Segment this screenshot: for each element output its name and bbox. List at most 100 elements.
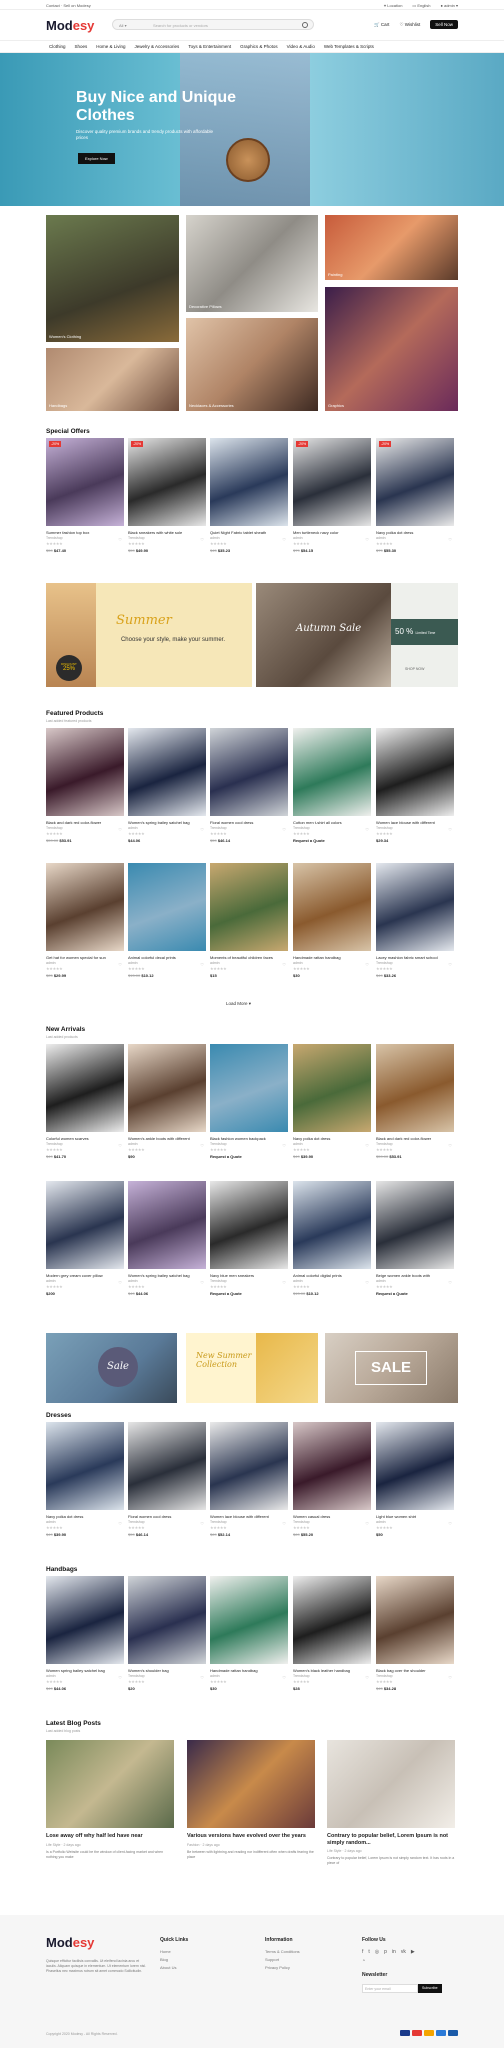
product-card[interactable]: Cotton men t-shirt all colors Trendshop ★★… (293, 728, 371, 843)
product-vendor[interactable]: Trendshop (210, 1279, 288, 1283)
product-name[interactable]: Navy polka dot dress (293, 1136, 363, 1141)
product-card[interactable]: Navy blue men sneakers Trendshop ★★★★★ Requ… (210, 1181, 288, 1296)
wishlist-heart-icon[interactable]: ♡ (365, 1143, 369, 1148)
contact-link[interactable]: Contact (46, 3, 60, 8)
product-vendor[interactable]: admin (210, 536, 288, 540)
wishlist-heart-icon[interactable]: ♡ (200, 1521, 204, 1526)
product-card[interactable]: Lacey mashion fabric smart school Trendsh… (376, 863, 454, 978)
product-vendor[interactable]: Trendshop (210, 1142, 288, 1146)
product-card[interactable]: Colorful women scarves Trendshop ★★★★★ $49 … (46, 1044, 124, 1159)
search-input[interactable]: Search for products or vendors (153, 23, 208, 28)
cart-button[interactable]: 🛒 Cart (374, 22, 389, 28)
product-name[interactable]: Quiet Night Fabric tablet sheath (210, 530, 280, 535)
product-vendor[interactable]: admin (128, 1279, 206, 1283)
product-card[interactable]: -20% Summer fashion top box Trendshop ★★★★★… (46, 438, 124, 553)
product-name[interactable]: Women lace blouse with different (376, 820, 446, 825)
wishlist-heart-icon[interactable]: ♡ (282, 1143, 286, 1148)
wishlist-heart-icon[interactable]: ♡ (448, 1521, 452, 1526)
summer-collection-banner[interactable]: New Summer Collection (186, 1333, 318, 1403)
product-name[interactable]: Women casual dress (293, 1514, 363, 1519)
category-decorative-pillows[interactable]: Decorative Pillows (186, 215, 318, 312)
nav-web-templates[interactable]: Web Templates & Scripts (324, 44, 374, 49)
product-name[interactable]: Lacey mashion fabric smart school (376, 955, 446, 960)
newsletter-email-input[interactable]: Enter your email (362, 1984, 418, 1993)
product-card[interactable]: Black bag over the shoulder Trendshop ★★★★… (376, 1576, 454, 1691)
footer-link-blog[interactable]: Blog (160, 1957, 188, 1962)
product-image[interactable] (376, 863, 454, 951)
product-vendor[interactable]: admin (46, 1520, 124, 1524)
product-name[interactable]: Animal colorful digital prints (293, 1273, 363, 1278)
language-selector[interactable]: ▭ English (412, 3, 430, 8)
wishlist-heart-icon[interactable]: ♡ (365, 537, 369, 542)
product-name[interactable]: Navy polka dot dress (376, 530, 446, 535)
product-image[interactable] (376, 1576, 454, 1664)
product-name[interactable]: Handmade rattan handbag (293, 955, 363, 960)
wishlist-heart-icon[interactable]: ♡ (282, 537, 286, 542)
product-vendor[interactable]: admin (210, 1674, 288, 1678)
blog-post-title[interactable]: Contrary to popular belief, Lorem Ipsum … (327, 1833, 455, 1846)
product-name[interactable]: Floral women cool dress (210, 820, 280, 825)
product-vendor[interactable]: Trendshop (128, 536, 206, 540)
search-category-select[interactable]: All ▾ (119, 23, 127, 28)
product-image[interactable] (210, 1576, 288, 1664)
product-name[interactable]: Moments of beautiful children faces (210, 955, 280, 960)
product-vendor[interactable]: Trendshop (293, 826, 371, 830)
product-card[interactable]: -20% Black sneakers with white sole Trends… (128, 438, 206, 553)
product-name[interactable]: Women lace blouse with different (210, 1514, 280, 1519)
product-image[interactable] (210, 1422, 288, 1510)
user-menu[interactable]: ● admin ▾ (440, 3, 458, 8)
product-vendor[interactable]: admin (376, 1520, 454, 1524)
product-name[interactable]: Handmade rattan handbag (210, 1668, 280, 1673)
product-name[interactable]: Women's spring bailey satchel bag (128, 1273, 198, 1278)
wishlist-heart-icon[interactable]: ♡ (448, 827, 452, 832)
sale-banner-3[interactable]: SALE (325, 1333, 458, 1403)
product-vendor[interactable]: admin (46, 1674, 124, 1678)
product-vendor[interactable]: Trendshop (46, 536, 124, 540)
wishlist-heart-icon[interactable]: ♡ (118, 962, 122, 967)
product-card[interactable]: Black and dark red color-flower Trendshop… (376, 1044, 454, 1159)
product-vendor[interactable]: admin (210, 961, 288, 965)
wishlist-heart-icon[interactable]: ♡ (200, 1675, 204, 1680)
wishlist-heart-icon[interactable]: ♡ (118, 537, 122, 542)
product-card[interactable]: Women lace blouse with different Trendsho… (210, 1422, 288, 1537)
product-image[interactable] (293, 1044, 371, 1132)
product-card[interactable]: Animal colorful digital prints admin ★★★★★… (293, 1181, 371, 1296)
wishlist-heart-icon[interactable]: ♡ (365, 827, 369, 832)
product-name[interactable]: Black sneakers with white sole (128, 530, 198, 535)
product-name[interactable]: Women's spring bailey satchel bag (128, 820, 198, 825)
product-image[interactable] (293, 1422, 371, 1510)
product-name[interactable]: Black and dark red color-flower (376, 1136, 446, 1141)
product-vendor[interactable]: admin (293, 536, 371, 540)
wishlist-heart-icon[interactable]: ♡ (282, 962, 286, 967)
footer-link-about[interactable]: About Us (160, 1965, 188, 1970)
wishlist-heart-icon[interactable]: ♡ (365, 962, 369, 967)
category-womens-clothing[interactable]: Women's Clothing (46, 215, 179, 342)
product-image[interactable] (293, 728, 371, 816)
product-image[interactable] (293, 1576, 371, 1664)
logo[interactable]: Modesy (46, 18, 94, 33)
product-vendor[interactable]: Trendshop (376, 826, 454, 830)
search-icon[interactable] (302, 22, 308, 28)
product-vendor[interactable]: Trendshop (128, 1674, 206, 1678)
footer-link-terms[interactable]: Terms & Conditions (265, 1949, 300, 1954)
product-card[interactable]: Women's ankle boots with different admin ★… (128, 1044, 206, 1159)
footer-link-support[interactable]: Support (265, 1957, 300, 1962)
twitter-icon[interactable]: t (368, 1949, 369, 1955)
shop-now-link[interactable]: SHOP NOW (405, 667, 424, 671)
category-necklaces[interactable]: Necklaces & Accessories (186, 318, 318, 411)
subscribe-button[interactable]: Subscribe (418, 1984, 442, 1993)
product-name[interactable]: Animal colorful decal prints (128, 955, 198, 960)
product-card[interactable]: Navy polka dot dress admin ★★★★★ $49 $39.90… (46, 1422, 124, 1537)
product-image[interactable] (376, 728, 454, 816)
product-image[interactable] (293, 863, 371, 951)
product-card[interactable]: Black fashion women backpack Trendshop ★★★… (210, 1044, 288, 1159)
product-vendor[interactable]: Trendshop (293, 1674, 371, 1678)
product-card[interactable]: Get hat for women special for sun admin ★★… (46, 863, 124, 978)
autumn-sale-banner[interactable]: Autumn Sale (256, 583, 391, 687)
product-vendor[interactable]: admin (376, 1279, 454, 1283)
product-image[interactable] (210, 863, 288, 951)
footer-link-home[interactable]: Home (160, 1949, 188, 1954)
location-selector[interactable]: ⌖ Location (384, 3, 403, 8)
instagram-icon[interactable]: ◎ (375, 1949, 379, 1955)
wishlist-button[interactable]: ♡ Wishlist (399, 22, 420, 28)
